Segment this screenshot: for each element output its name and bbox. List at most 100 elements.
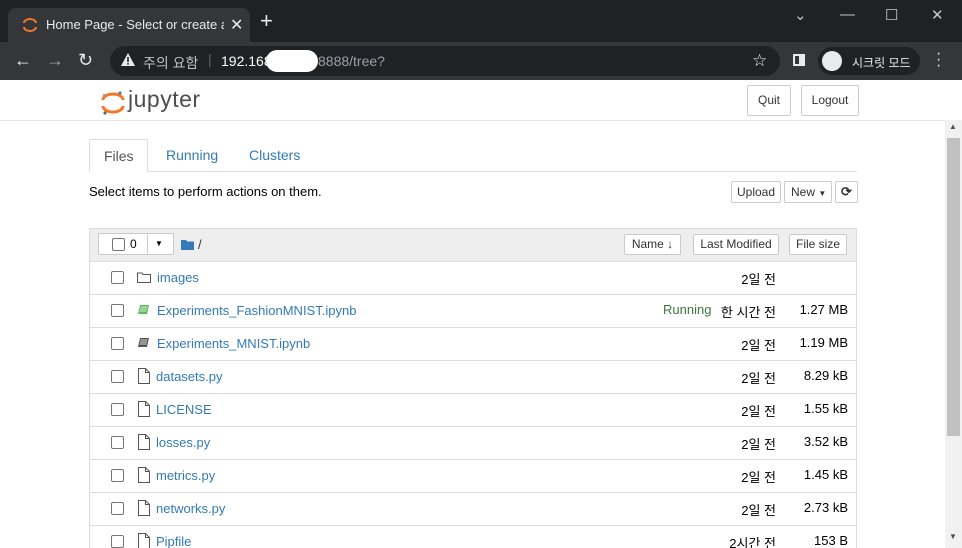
item-name[interactable]: datasets.py <box>156 369 223 384</box>
file-list-header: 0 ▼ / Name ↓ Last Modified File size <box>90 229 856 262</box>
forward-arrow-icon[interactable]: → <box>46 50 64 70</box>
url-path: 8888/tree? <box>318 53 385 69</box>
upload-button[interactable]: Upload <box>731 181 781 203</box>
row-checkbox[interactable] <box>111 403 124 416</box>
logout-button[interactable]: Logout <box>801 85 859 116</box>
item-name[interactable]: networks.py <box>156 501 225 516</box>
file-icon <box>138 368 150 384</box>
file-list-rows: images 2일 전 Experiments_FashionMNIST.ipy… <box>90 262 856 548</box>
incognito-icon <box>822 51 842 71</box>
folder-home-icon[interactable] <box>181 239 194 250</box>
item-size: 1.19 MB <box>799 335 848 350</box>
item-name[interactable]: metrics.py <box>156 468 215 483</box>
file-list: 0 ▼ / Name ↓ Last Modified File size ima… <box>89 228 857 548</box>
item-name[interactable]: Experiments_MNIST.ipynb <box>157 336 310 351</box>
new-tab-button[interactable]: + <box>260 10 273 32</box>
list-item[interactable]: networks.py 2일 전 2.73 kB <box>90 493 856 526</box>
new-dropdown-button[interactable]: New ▼ <box>784 181 832 203</box>
selected-count: 0 <box>130 237 137 251</box>
item-size: 3.52 kB <box>803 434 848 449</box>
row-checkbox[interactable] <box>111 337 124 350</box>
window-maximize-button[interactable]: ☐ <box>885 6 898 24</box>
file-icon <box>138 500 150 516</box>
sort-last-modified-button[interactable]: Last Modified <box>693 234 779 255</box>
list-item[interactable]: datasets.py 2일 전 8.29 kB <box>90 361 856 394</box>
browser-tab[interactable]: Home Page - Select or create a notebook … <box>8 8 250 42</box>
item-modified: 2일 전 <box>741 338 776 353</box>
scrollbar-thumb[interactable] <box>947 138 960 436</box>
page-scrollbar[interactable]: ▲ ▼ <box>945 120 962 548</box>
list-item[interactable]: metrics.py 2일 전 1.45 kB <box>90 460 856 493</box>
item-name[interactable]: Experiments_FashionMNIST.ipynb <box>157 303 356 318</box>
sort-file-size-button[interactable]: File size <box>789 234 847 255</box>
tab-close-icon[interactable]: ✕ <box>230 15 243 35</box>
item-name[interactable]: LICENSE <box>156 402 212 417</box>
breadcrumb[interactable]: / <box>198 237 202 252</box>
row-checkbox[interactable] <box>111 271 124 284</box>
notebook-running-icon <box>138 305 149 314</box>
item-name[interactable]: Pipfile <box>156 534 191 548</box>
list-item[interactable]: Experiments_FashionMNIST.ipynb Running 한… <box>90 295 856 328</box>
item-modified: 한 시간 전 <box>720 305 776 320</box>
window-minimize-button[interactable]: — <box>840 6 855 23</box>
file-icon <box>138 533 150 548</box>
tab-running[interactable]: Running <box>152 139 232 171</box>
browser-menu-icon[interactable]: · · · <box>936 46 941 74</box>
row-checkbox[interactable] <box>111 370 124 383</box>
scroll-down-icon[interactable]: ▼ <box>949 532 957 541</box>
quit-button[interactable]: Quit <box>747 85 791 116</box>
sort-name-button[interactable]: Name ↓ <box>624 234 681 255</box>
incognito-label: 시크릿 모드 <box>852 56 911 70</box>
row-checkbox[interactable] <box>111 304 124 317</box>
item-size: 1.45 kB <box>803 467 848 482</box>
item-modified: 2일 전 <box>741 404 776 419</box>
row-checkbox[interactable] <box>111 436 124 449</box>
list-item[interactable]: losses.py 2일 전 3.52 kB <box>90 427 856 460</box>
address-bar[interactable]: 주의 요함 | 192.168 8888/tree? ☆ <box>110 46 780 76</box>
url-host: 192.168 <box>221 53 272 69</box>
item-name[interactable]: losses.py <box>156 435 210 450</box>
security-warning-label: 주의 요함 <box>143 55 199 71</box>
row-checkbox[interactable] <box>111 502 124 515</box>
list-item[interactable]: LICENSE 2일 전 1.55 kB <box>90 394 856 427</box>
reload-icon[interactable]: ↻ <box>78 50 93 70</box>
browser-toolbar: ← → ↻ 주의 요함 | 192.168 8888/tree? ☆ 시크릿 모… <box>0 42 962 80</box>
tab-files[interactable]: Files <box>89 139 148 172</box>
jupyter-favicon <box>23 18 37 32</box>
incognito-indicator[interactable]: 시크릿 모드 <box>818 47 920 75</box>
item-modified: 2일 전 <box>741 371 776 386</box>
list-item[interactable]: images 2일 전 <box>90 262 856 295</box>
caret-down-icon: ▼ <box>155 239 163 248</box>
list-item[interactable]: Experiments_MNIST.ipynb 2일 전 1.19 MB <box>90 328 856 361</box>
refresh-icon[interactable]: ⟳ <box>835 181 858 203</box>
item-size: 8.29 kB <box>803 368 848 383</box>
item-modified: 2일 전 <box>741 470 776 485</box>
back-arrow-icon[interactable]: ← <box>14 50 32 70</box>
scroll-up-icon[interactable]: ▲ <box>949 122 957 131</box>
redaction-mask <box>266 50 318 72</box>
jupyter-logo-icon <box>101 91 125 115</box>
selection-hint: Select items to perform actions on them. <box>89 184 322 199</box>
item-name[interactable]: images <box>157 270 199 285</box>
tab-clusters[interactable]: Clusters <box>235 139 314 171</box>
item-size: 2.73 kB <box>803 500 848 515</box>
address-separator: | <box>208 51 212 67</box>
sort-name-label: Name <box>631 237 664 251</box>
jupyter-header: jupyter Quit Logout <box>0 80 945 121</box>
bookmark-star-icon[interactable]: ☆ <box>752 51 767 71</box>
notebook-tabs: Files Running Clusters <box>89 139 857 172</box>
tab-search-chevron-icon[interactable]: ⌄ <box>794 6 807 24</box>
browser-tab-title: Home Page - Select or create a notebook <box>46 17 224 32</box>
row-checkbox[interactable] <box>111 535 124 548</box>
side-panel-icon[interactable] <box>793 54 805 66</box>
jupyter-logo[interactable]: jupyter <box>100 86 210 116</box>
warning-icon <box>121 53 135 66</box>
select-all-dropdown[interactable]: 0 ▼ <box>98 233 174 255</box>
file-icon <box>138 467 150 483</box>
select-all-checkbox[interactable] <box>112 238 125 251</box>
window-close-button[interactable]: ✕ <box>931 6 944 24</box>
row-checkbox[interactable] <box>111 469 124 482</box>
item-size: 1.27 MB <box>799 302 848 317</box>
list-item[interactable]: Pipfile 2시간 전 153 B <box>90 526 856 548</box>
item-modified: 2일 전 <box>741 437 776 452</box>
